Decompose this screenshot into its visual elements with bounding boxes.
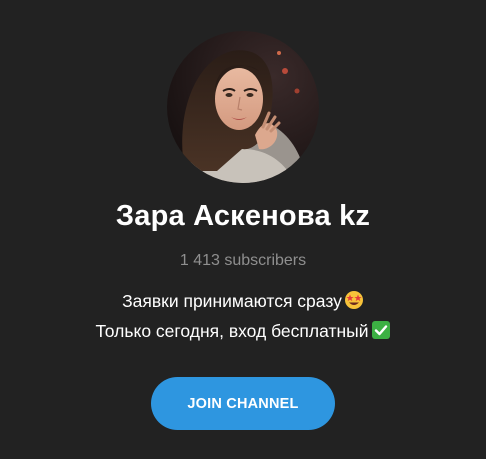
channel-description-line-1: Заявки принимаются сразу	[0, 290, 486, 312]
avatar-photo	[167, 31, 319, 183]
subscriber-count: 1 413 subscribers	[179, 252, 307, 269]
description-line-2-text: Только сегодня, вход бесплатный	[95, 321, 369, 341]
channel-preview: Зара Аскенова kz 1 413 subscribers Заявк…	[0, 0, 486, 459]
join-channel-button[interactable]: JOIN CHANNEL	[151, 377, 335, 430]
channel-avatar	[167, 31, 319, 183]
description-line-1-text: Заявки принимаются сразу	[122, 291, 342, 311]
check-mark-button-emoji-icon	[371, 321, 390, 339]
star-struck-emoji-icon	[344, 291, 363, 309]
channel-description-line-2: Только сегодня, вход бесплатный	[0, 320, 486, 342]
channel-title: Зара Аскенова kz	[115, 200, 371, 232]
